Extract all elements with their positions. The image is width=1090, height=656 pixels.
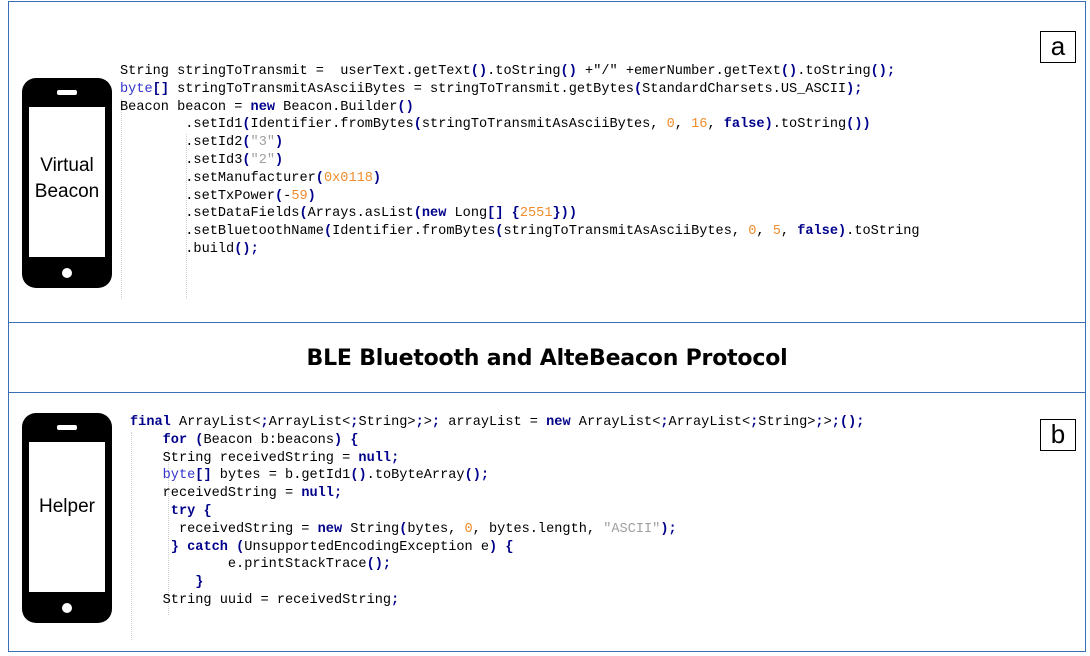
divider-bottom: [8, 392, 1086, 393]
code-line: byte[] bytes = b.getId1().toByteArray();: [162, 468, 490, 484]
code-line: String uuid = receivedString;: [130, 592, 400, 608]
divider-top: [8, 322, 1086, 323]
code-line: e.printStackTrace();: [130, 557, 392, 573]
code-block-a: String stringToTransmit = userText.getTe…: [120, 63, 920, 259]
code-line: .setTxPower(-59): [120, 188, 316, 204]
code-line: String stringToTransmit = userText.getTe…: [120, 64, 896, 79]
device-label-virtual-beacon: Virtual Beacon: [29, 153, 105, 205]
code-line: try {: [170, 503, 212, 519]
panel-a-label: a: [1040, 31, 1076, 63]
code-line: Beacon beacon = new Beacon.Builder(): [120, 99, 414, 115]
code-line: for (Beacon b:beacons) {: [162, 432, 359, 448]
code-line: .build();: [120, 241, 259, 257]
code-line: .setDataFields(Arrays.asList(new Long[] …: [120, 206, 577, 222]
code-line: byte[] stringToTransmitAsAsciiBytes = st…: [120, 81, 863, 97]
code-line: String receivedString = null;: [130, 450, 400, 466]
code-line: receivedString = null;: [130, 486, 343, 502]
code-line: .setManufacturer(0x0118): [120, 170, 382, 186]
code-line: .setId1(Identifier.fromBytes(stringToTra…: [120, 117, 871, 133]
code-line: .setBluetoothName(Identifier.fromBytes(s…: [120, 224, 920, 240]
code-line: .setId2("3"): [120, 135, 284, 151]
device-label-helper: Helper: [39, 496, 95, 517]
panel-b-label: b: [1040, 419, 1076, 451]
code-line: receivedString = new String(bytes, 0, by…: [130, 521, 677, 537]
code-block-b: final ArrayList<;ArrayList<;String>;>; a…: [130, 414, 864, 610]
device-label-line2: Beacon: [34, 181, 100, 202]
code-line: .setId3("2"): [120, 152, 284, 168]
section-title: BLE Bluetooth and AlteBeacon Protocol: [306, 346, 788, 371]
code-line: } catch (UnsupportedEncodingException e)…: [170, 539, 514, 555]
code-line: }: [195, 575, 204, 591]
code-line: final ArrayList<;ArrayList<;String>;>; a…: [130, 415, 865, 430]
device-label-line1: Virtual: [40, 155, 94, 176]
